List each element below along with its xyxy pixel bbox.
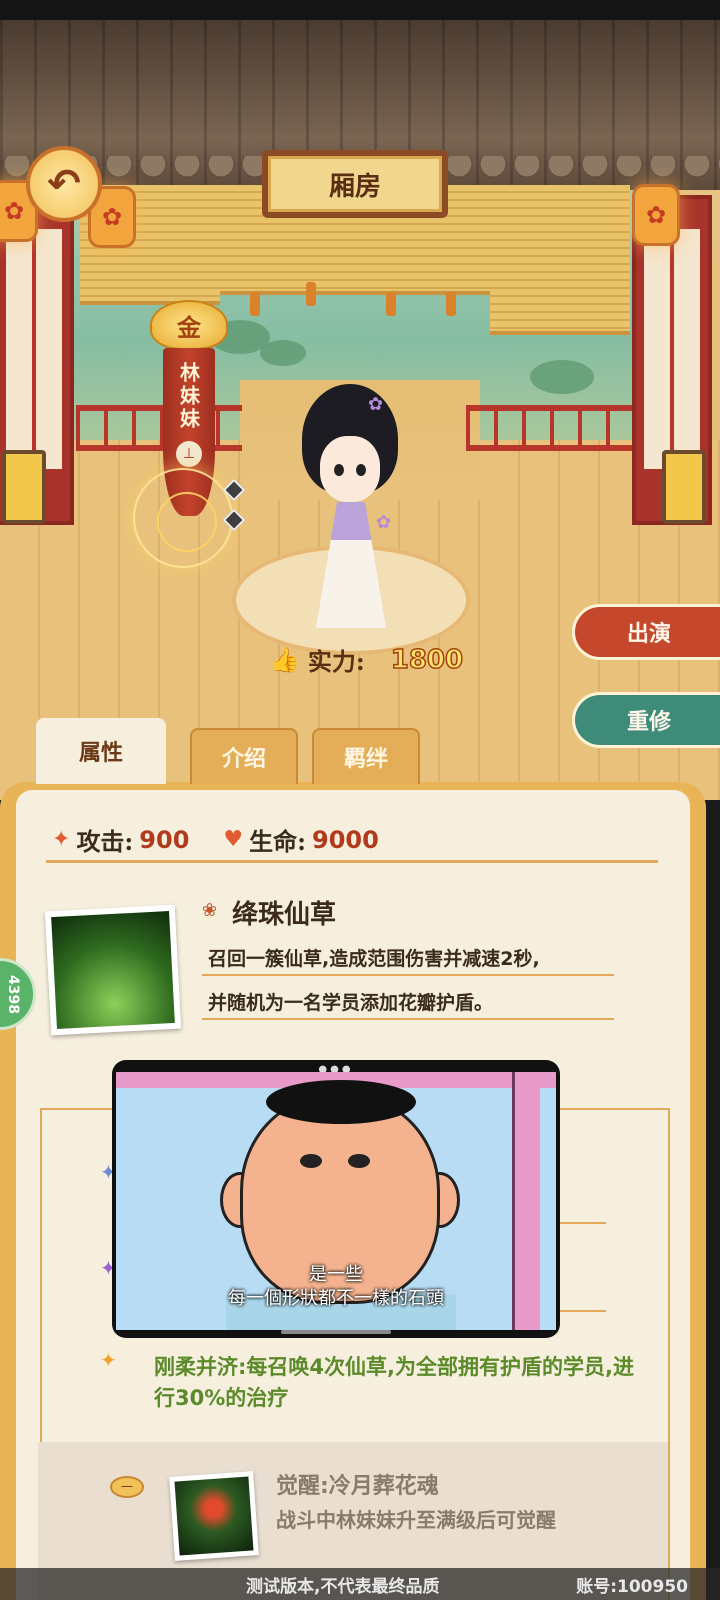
rank-text: 金	[177, 312, 201, 342]
video-frame[interactable]: 是一些 每一個形狀都不一樣的石頭	[116, 1072, 556, 1330]
hp-value: 9000	[312, 825, 379, 854]
power-label: 实力:	[307, 647, 365, 676]
rank-badge: 金	[150, 300, 228, 350]
upgrade-text: 刚柔并济:每召唤4次仙草,为全部拥有护盾的学员,进行30%的治疗	[154, 1355, 634, 1410]
reset-button[interactable]: 重修	[572, 692, 720, 748]
account-id: 账号:100950	[576, 1577, 688, 1597]
thumbs-up-icon: 👍	[270, 645, 300, 674]
awaken-skill-icon[interactable]	[169, 1471, 259, 1561]
lamp-icon	[2, 450, 46, 524]
divider	[202, 974, 614, 976]
red-railing	[76, 405, 242, 451]
awaken-level-badge: 一	[110, 1476, 144, 1498]
video-caption: 每一個形狀都不一樣的石頭	[228, 1288, 444, 1309]
skill-desc-line: 并随机为一名学员添加花瓣护盾。	[208, 992, 494, 1014]
skill-target-circle[interactable]	[133, 468, 233, 568]
lamp-icon	[662, 450, 706, 524]
red-railing	[466, 405, 636, 451]
stats-row: ✦ 攻击: 900 ♥ 生命: 9000	[52, 822, 379, 857]
hp-label: 生命:	[249, 827, 306, 856]
attack-label: 攻击:	[76, 827, 134, 856]
perform-button[interactable]: 出演	[572, 604, 720, 660]
room-title-plaque: 厢房	[262, 150, 448, 218]
hero-name: 林妹妹	[176, 362, 201, 431]
video-overlay[interactable]: ●●● 是一些 每一個形狀都不一樣的石頭	[112, 1060, 560, 1338]
bamboo-blind	[490, 185, 630, 335]
hero-character[interactable]: ✿ ✿	[290, 384, 410, 634]
power-row: 👍 实力: 1800	[270, 642, 464, 677]
build-notice: 测试版本,不代表最终品质	[246, 1577, 440, 1597]
power-value: 1800	[390, 644, 464, 676]
sparkle-icon: ✦	[52, 827, 71, 852]
awaken-desc: 战斗中林妹妹升至满级后可觉醒	[276, 1508, 556, 1532]
gourd-icon: ❀	[202, 900, 218, 921]
heart-icon: ♥	[223, 827, 244, 852]
back-button[interactable]: ↶	[26, 146, 102, 222]
tab-intro[interactable]: 介绍	[190, 728, 298, 784]
footer-bar: 测试版本,不代表最终品质 账号:100950	[0, 1568, 720, 1600]
room-title: 厢房	[328, 171, 381, 202]
banner-knot-icon: ⊥	[176, 441, 202, 467]
status-bar	[0, 0, 720, 20]
tab-attributes[interactable]: 属性	[36, 718, 166, 784]
divider	[46, 860, 658, 863]
bouquet-icon: ✿	[376, 512, 392, 533]
tab-bar: 属性 介绍 羁绊	[36, 718, 456, 784]
tab-bonds[interactable]: 羁绊	[312, 728, 420, 784]
skill-name: 绛珠仙草	[232, 900, 337, 930]
divider	[668, 1108, 670, 1600]
skill-desc-line: 召回一簇仙草,造成范围伤害并减速2秒,	[208, 948, 540, 970]
lantern-icon	[632, 184, 680, 246]
video-caption: 是一些	[309, 1264, 363, 1285]
skill-icon[interactable]	[44, 904, 182, 1036]
attack-value: 900	[139, 825, 190, 854]
awaken-title: 觉醒:冷月葬花魂	[276, 1474, 439, 1499]
video-progress-handle[interactable]	[281, 1330, 391, 1334]
hair-flower-icon: ✿	[368, 394, 384, 415]
diamond-bullet-icon: ✦	[100, 1348, 117, 1372]
back-arrow-icon: ↶	[47, 161, 81, 207]
divider	[202, 1018, 614, 1020]
